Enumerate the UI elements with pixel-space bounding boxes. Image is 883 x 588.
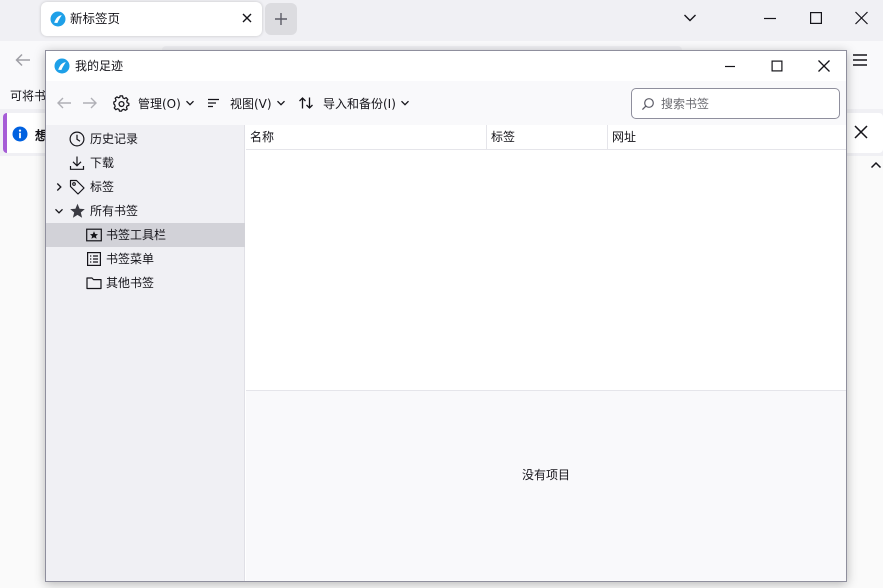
sidebar-item-other-bookmarks[interactable]: 其他书签 [46, 271, 245, 295]
scroll-up-icon[interactable] [870, 160, 882, 170]
list-all-tabs-icon[interactable] [683, 9, 697, 27]
clock-icon [69, 131, 85, 147]
sidebar-item-label: 所有书签 [90, 204, 139, 218]
download-icon [69, 155, 85, 171]
search-icon [641, 97, 655, 111]
sidebar-item-label: 历史记录 [90, 132, 139, 146]
new-tab-button[interactable] [265, 3, 297, 35]
views-menu-button[interactable]: 视图(V) [207, 93, 286, 113]
sidebar-item-label: 书签工具栏 [106, 228, 167, 242]
column-header-name[interactable]: 名称 [246, 125, 487, 149]
sidebar-item-bookmarks-menu[interactable]: 书签菜单 [46, 247, 245, 271]
no-items-message: 没有项目 [521, 468, 570, 482]
library-sidebar: 历史记录 下载 标签 所有书签 书签工具栏 书签菜单 其他书签 [46, 125, 245, 581]
column-header-tags[interactable]: 标签 [487, 125, 608, 149]
chevron-down-icon [400, 98, 410, 108]
bookmarks-bar-hint: 可将书 [10, 89, 47, 103]
tag-icon [69, 179, 86, 195]
bookmarks-list[interactable]: 名称 标签 网址 [246, 125, 846, 390]
column-header-url[interactable]: 网址 [608, 125, 846, 149]
tab-close-icon[interactable] [241, 12, 253, 24]
browser-logo-icon [54, 58, 70, 74]
bookmarks-toolbar-icon [86, 227, 102, 243]
library-toolbar: 管理(O) 视图(V) 导入和备份(I) [46, 81, 846, 125]
hamburger-menu-icon[interactable] [852, 53, 868, 67]
tab-title: 新标签页 [70, 11, 121, 26]
browser-logo-icon [50, 11, 66, 27]
sidebar-item-label: 其他书签 [106, 276, 155, 290]
library-title: 我的足迹 [75, 59, 124, 73]
sidebar-item-all-bookmarks[interactable]: 所有书签 [46, 199, 245, 223]
views-label: 视图(V) [230, 96, 272, 111]
chevron-down-icon [276, 98, 286, 108]
sidebar-item-label: 下载 [90, 156, 115, 170]
search-box[interactable] [631, 88, 840, 119]
minimize-icon[interactable] [724, 59, 736, 73]
browser-close-icon[interactable] [855, 9, 868, 27]
import-export-arrows-icon [298, 96, 314, 110]
organize-menu-button[interactable]: 管理(O) [113, 93, 195, 113]
import-backup-menu-button[interactable]: 导入和备份(I) [298, 93, 410, 113]
sidebar-item-bookmarks-toolbar[interactable]: 书签工具栏 [46, 223, 245, 247]
sidebar-item-label: 标签 [90, 180, 115, 194]
folder-icon [86, 275, 102, 291]
gear-icon [113, 94, 130, 112]
sidebar-item-tags[interactable]: 标签 [46, 175, 245, 199]
forward-arrow-icon[interactable] [81, 96, 99, 110]
library-titlebar: 我的足迹 [46, 51, 846, 81]
star-icon [69, 203, 86, 219]
close-icon[interactable] [817, 58, 831, 74]
browser-maximize-icon[interactable] [810, 9, 822, 27]
import-label: 导入和备份(I) [323, 96, 396, 111]
library-window: 我的足迹 管理(O) 视图(V) 导入和备份(I) 搜索书签 历史记录 下载 标… [45, 50, 847, 582]
sort-list-icon [207, 97, 221, 109]
sidebar-item-history[interactable]: 历史记录 [46, 127, 245, 151]
organize-label: 管理(O) [138, 96, 181, 111]
chevron-down-icon[interactable] [54, 206, 64, 216]
info-icon [12, 126, 28, 142]
list-header: 名称 标签 网址 [246, 125, 846, 150]
sidebar-item-label: 书签菜单 [106, 252, 155, 266]
notification-close-icon[interactable] [854, 125, 868, 139]
maximize-icon[interactable] [771, 59, 783, 73]
sidebar-item-downloads[interactable]: 下载 [46, 151, 245, 175]
chevron-down-icon [185, 98, 195, 108]
details-pane: 没有项目 [246, 390, 846, 581]
back-arrow-icon[interactable] [14, 52, 32, 68]
chevron-right-icon[interactable] [54, 182, 64, 192]
tab-new-tab-page[interactable]: 新标签页 [41, 2, 262, 36]
back-arrow-icon[interactable] [55, 96, 73, 110]
browser-minimize-icon[interactable] [764, 9, 776, 27]
bookmarks-menu-icon [86, 251, 102, 267]
search-input[interactable] [661, 94, 831, 113]
